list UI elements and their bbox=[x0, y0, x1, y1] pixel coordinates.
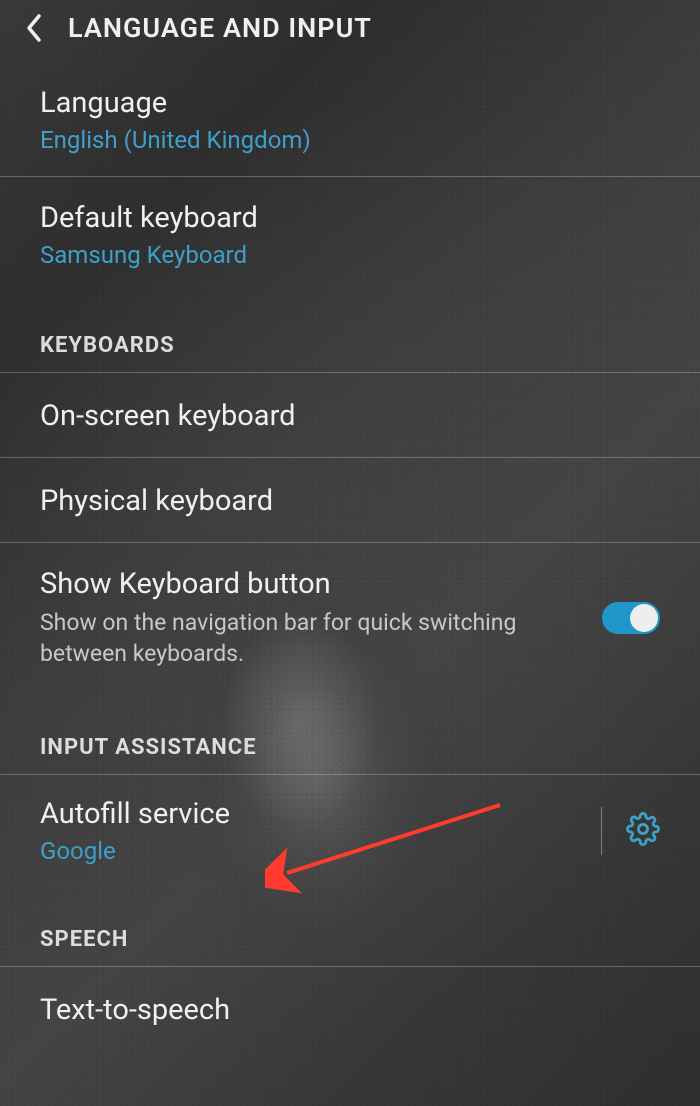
physical-keyboard-item[interactable]: Physical keyboard bbox=[0, 458, 700, 543]
autofill-service-item[interactable]: Autofill service Google bbox=[0, 775, 700, 885]
vertical-separator bbox=[601, 807, 602, 855]
default-keyboard-item[interactable]: Default keyboard Samsung Keyboard bbox=[0, 177, 700, 291]
section-keyboards-label: KEYBOARDS bbox=[40, 333, 660, 358]
text-to-speech-item[interactable]: Text-to-speech bbox=[0, 967, 700, 1043]
page-title: LANGUAGE AND INPUT bbox=[68, 12, 372, 44]
default-keyboard-title: Default keyboard bbox=[40, 201, 660, 235]
app-header: LANGUAGE AND INPUT bbox=[0, 0, 700, 62]
section-input-assistance-label: INPUT ASSISTANCE bbox=[40, 735, 660, 760]
show-keyboard-toggle[interactable] bbox=[602, 602, 660, 634]
autofill-title: Autofill service bbox=[40, 797, 589, 831]
autofill-value: Google bbox=[40, 837, 589, 865]
show-keyboard-button-item[interactable]: Show Keyboard button Show on the navigat… bbox=[0, 543, 700, 693]
language-title: Language bbox=[40, 86, 660, 120]
on-screen-keyboard-item[interactable]: On-screen keyboard bbox=[0, 373, 700, 458]
text-to-speech-title: Text-to-speech bbox=[40, 993, 660, 1027]
default-keyboard-value: Samsung Keyboard bbox=[40, 241, 660, 269]
show-keyboard-button-title: Show Keyboard button bbox=[40, 567, 582, 601]
gear-icon[interactable] bbox=[626, 812, 660, 850]
back-icon[interactable] bbox=[20, 14, 48, 42]
section-input-assistance: INPUT ASSISTANCE bbox=[0, 693, 700, 775]
physical-keyboard-title: Physical keyboard bbox=[40, 484, 660, 518]
language-item[interactable]: Language English (United Kingdom) bbox=[0, 62, 700, 177]
section-speech-label: SPEECH bbox=[40, 927, 660, 952]
language-value: English (United Kingdom) bbox=[40, 126, 660, 154]
on-screen-keyboard-title: On-screen keyboard bbox=[40, 399, 660, 433]
section-speech: SPEECH bbox=[0, 885, 700, 967]
section-keyboards: KEYBOARDS bbox=[0, 291, 700, 373]
show-keyboard-button-desc: Show on the navigation bar for quick swi… bbox=[40, 607, 582, 669]
